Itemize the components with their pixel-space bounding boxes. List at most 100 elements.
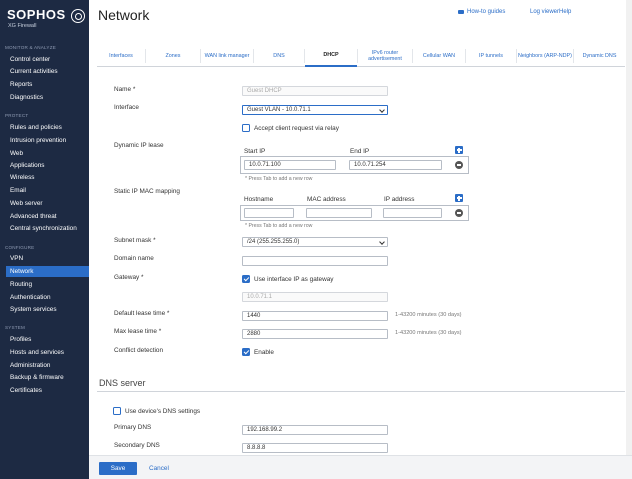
default-lease-label: Default lease time * [114,310,170,317]
chevron-down-icon [379,239,385,245]
sidebar-item-applications[interactable]: Applications [6,160,89,171]
sidebar-item-ips[interactable]: Intrusion prevention [6,135,89,146]
chevron-down-icon [379,107,385,113]
subnet-label: Subnet mask * [114,237,156,244]
section-monitor: MONITOR & ANALYZE [5,45,56,50]
sidebar-item-vpn[interactable]: VPN [6,253,89,264]
sophos-logo: SOPHOS XG Firewall [7,7,87,37]
add-static-ip-icon[interactable] [455,194,463,202]
section-divider [97,391,625,392]
save-button[interactable]: Save [99,462,137,475]
brand-name: SOPHOS [7,7,66,22]
sidebar-item-web[interactable]: Web [6,148,89,159]
default-lease-range: 1-43200 minutes (30 days) [395,312,462,318]
tab-cellular-wan[interactable]: Cellular WAN [413,45,465,67]
end-ip-input[interactable]: 10.0.71.254 [349,160,442,170]
video-icon [458,10,464,14]
interface-select[interactable]: Guest VLAN - 10.0.71.1 [242,105,388,115]
domain-input[interactable] [242,256,388,266]
tab-interfaces[interactable]: Interfaces [97,45,145,67]
section-system: SYSTEM [5,325,26,330]
conflict-checkbox-label: Enable [254,349,274,356]
section-configure: CONFIGURE [5,245,35,250]
gateway-label: Gateway * [114,274,144,281]
start-ip-header: Start IP [244,148,266,155]
interface-label: Interface [114,104,139,111]
mac-input[interactable] [306,208,372,218]
primary-dns-input[interactable]: 192.168.99.2 [242,425,388,435]
product-name: XG Firewall [8,23,37,29]
remove-row-icon[interactable] [455,161,463,169]
accept-relay-checkbox[interactable] [242,124,250,132]
end-ip-header: End IP [350,148,370,155]
log-viewer-link[interactable]: Log viewer [530,9,559,15]
remove-row-icon[interactable] [455,209,463,217]
name-label: Name * [114,86,136,93]
sidebar-item-control-center[interactable]: Control center [6,54,89,65]
tab-hint: * Press Tab to add a new row [245,176,313,182]
tab-dhcp[interactable]: DHCP [305,45,357,67]
use-device-dns-checkbox[interactable] [113,407,121,415]
footer-bar: Save Cancel [89,455,632,479]
secondary-dns-input[interactable]: 8.8.8.8 [242,443,388,453]
sidebar-item-central-sync[interactable]: Central synchronization [6,223,89,234]
tab-zones[interactable]: Zones [146,45,200,67]
accept-relay-label: Accept client request via relay [254,125,339,132]
gateway-checkbox[interactable] [242,275,250,283]
name-input[interactable]: Guest DHCP [242,86,388,96]
gateway-checkbox-label: Use interface IP as gateway [254,276,334,283]
sophos-logo-icon [71,9,85,23]
sidebar-item-routing[interactable]: Routing [6,279,89,290]
sidebar-item-diagnostics[interactable]: Diagnostics [6,92,89,103]
sidebar-item-authentication[interactable]: Authentication [6,292,89,303]
gateway-input[interactable]: 10.0.71.1 [242,292,388,302]
how-to-guides-link[interactable]: How-to guides [467,9,505,15]
sidebar-item-system-services[interactable]: System services [6,304,89,315]
tab-wan-link-manager[interactable]: WAN link manager [201,45,253,67]
hostname-input[interactable] [244,208,294,218]
scrollbar[interactable] [626,0,632,455]
max-lease-input[interactable]: 2880 [242,329,388,339]
network-tabs: Interfaces Zones WAN link manager DNS DH… [97,45,625,67]
dynamic-ip-label: Dynamic IP lease [114,142,164,149]
tab-hint: * Press Tab to add a new row [245,223,313,229]
sidebar-item-advanced-threat[interactable]: Advanced threat [6,211,89,222]
conflict-label: Conflict detection [114,347,164,354]
sidebar-item-hosts-services[interactable]: Hosts and services [6,347,89,358]
sidebar-item-profiles[interactable]: Profiles [6,334,89,345]
sidebar-item-administration[interactable]: Administration [6,360,89,371]
use-device-dns-label: Use device's DNS settings [125,408,201,415]
max-lease-range: 1-43200 minutes (30 days) [395,330,462,336]
tab-dns[interactable]: DNS [254,45,304,67]
add-dynamic-ip-icon[interactable] [455,146,463,154]
max-lease-label: Max lease time * [114,328,162,335]
sidebar-item-network[interactable]: Network [6,266,89,277]
sidebar-item-reports[interactable]: Reports [6,79,89,90]
domain-label: Domain name [114,255,154,262]
subnet-select-value: /24 (255.255.255.0) [247,239,300,245]
secondary-dns-label: Secondary DNS [114,442,160,449]
hostname-header: Hostname [244,196,274,203]
sidebar-item-rules[interactable]: Rules and policies [6,122,89,133]
subnet-select[interactable]: /24 (255.255.255.0) [242,237,388,247]
cancel-button[interactable]: Cancel [149,462,169,475]
sidebar-item-backup-firmware[interactable]: Backup & firmware [6,372,89,383]
sidebar-item-web-server[interactable]: Web server [6,198,89,209]
help-link[interactable]: Help [559,9,571,15]
sidebar-item-email[interactable]: Email [6,185,89,196]
section-protect: PROTECT [5,113,29,118]
tab-ip-tunnels[interactable]: IP tunnels [466,45,516,67]
tab-dynamic-dns[interactable]: Dynamic DNS [574,45,625,67]
ip-header: IP address [384,196,415,203]
sidebar-item-current-activities[interactable]: Current activities [6,66,89,77]
sidebar: SOPHOS XG Firewall MONITOR & ANALYZE Con… [0,0,89,479]
start-ip-input[interactable]: 10.0.71.100 [244,160,336,170]
tab-ipv6-router-advertisement[interactable]: IPv6 router advertisement [358,45,412,67]
static-ip-input[interactable] [383,208,442,218]
conflict-checkbox[interactable] [242,348,250,356]
sidebar-item-wireless[interactable]: Wireless [6,172,89,183]
dns-section-title: DNS server [99,378,146,388]
sidebar-item-certificates[interactable]: Certificates [6,385,89,396]
default-lease-input[interactable]: 1440 [242,311,388,321]
tab-neighbors[interactable]: Neighbors (ARP-NDP) [517,45,573,67]
